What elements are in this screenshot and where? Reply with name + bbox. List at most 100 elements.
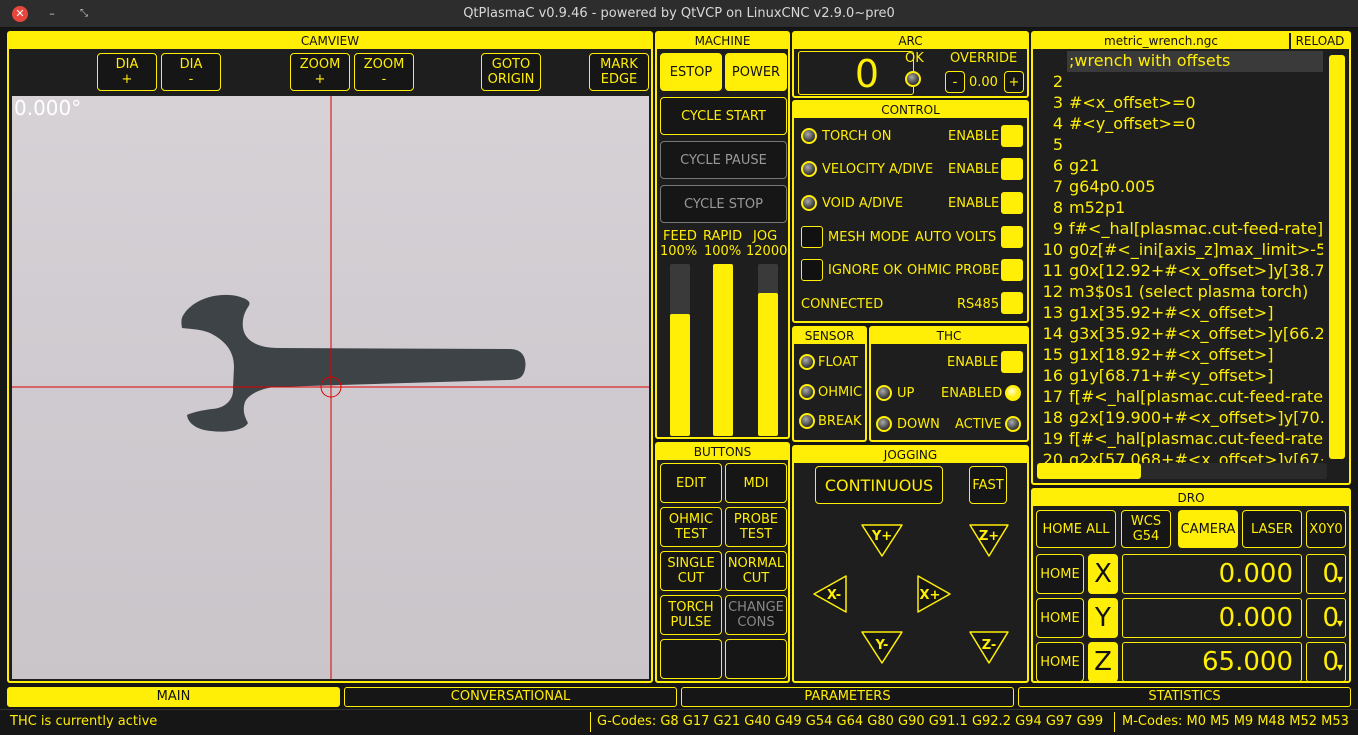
dro-x-offset[interactable]: 0 ▼ [1306, 554, 1346, 594]
change-cons-button[interactable]: CHANGE CONS [725, 595, 787, 635]
user-button-9[interactable] [660, 639, 722, 679]
home-y-button[interactable]: HOME [1036, 598, 1084, 638]
tab-conversational[interactable]: CONVERSATIONAL [344, 687, 677, 707]
goto-origin-button[interactable]: GOTO ORIGIN [481, 53, 541, 91]
estop-button[interactable]: ESTOP [660, 53, 722, 91]
jog-x-minus-button[interactable]: X- [813, 575, 847, 613]
ignore-ok-checkbox[interactable] [801, 259, 823, 281]
cycle-pause-button[interactable]: CYCLE PAUSE [660, 141, 787, 179]
code-line[interactable]: 7 g64p0.005 [1033, 177, 1323, 198]
camera-button[interactable]: CAMERA [1178, 510, 1238, 548]
code-line[interactable]: 5 [1033, 135, 1323, 156]
wcs-button[interactable]: WCS G54 [1121, 510, 1171, 548]
jog-z-plus-button[interactable]: Z+ [969, 524, 1009, 557]
arc-voltage-display: 0 [798, 51, 914, 96]
code-line[interactable]: 16 g1y[68.71+#<y_offset>] [1033, 366, 1323, 387]
reload-button[interactable]: RELOAD [1291, 33, 1349, 49]
gcode-hscrollbar[interactable] [1037, 463, 1327, 479]
override-plus-button[interactable]: + [1004, 71, 1024, 93]
single-cut-button[interactable]: SINGLE CUT [660, 551, 722, 591]
velocity-enable-checkbox[interactable] [1001, 158, 1023, 180]
dro-y-offset[interactable]: 0 ▼ [1306, 598, 1346, 638]
torch-enable-checkbox[interactable] [1001, 125, 1023, 147]
mdi-button[interactable]: MDI [725, 463, 787, 503]
code-line[interactable]: 1;wrench with offsets [1067, 51, 1323, 72]
code-line[interactable]: 12 m3$0s1 (select plasma torch) [1033, 282, 1323, 303]
code-line[interactable]: 11 g0x[12.92+#<x_offset>]y[38.70+#<y_offs… [1033, 261, 1323, 282]
user-button-10[interactable] [725, 639, 787, 679]
camview-panel: CAMVIEW DIA + DIA - ZOOM + ZOOM - GOTO ORIGIN… [7, 31, 653, 683]
code-line[interactable]: 6 g21 [1033, 156, 1323, 177]
jog-z-minus-button[interactable]: Z- [969, 631, 1009, 664]
jog-mode-button[interactable]: CONTINUOUS [815, 466, 943, 504]
code-line[interactable]: 8 m52p1 [1033, 198, 1323, 219]
jog-y-plus-button[interactable]: Y+ [861, 524, 903, 557]
mark-edge-button[interactable]: MARK EDGE [589, 53, 649, 91]
dro-header: DRO [1033, 490, 1349, 506]
rapid-slider[interactable] [713, 264, 733, 436]
ohmic-probe-checkbox[interactable] [1001, 259, 1023, 281]
svg-text:X-: X- [827, 588, 841, 603]
thc-enable-checkbox[interactable] [1001, 351, 1023, 373]
jog-slider[interactable] [758, 264, 778, 436]
dro-y-value[interactable]: 0.000 [1122, 598, 1302, 638]
x0y0-button[interactable]: X0Y0 [1306, 510, 1346, 548]
dia-minus-button[interactable]: DIA - [161, 53, 221, 91]
camera-view[interactable]: 0.000° [12, 96, 649, 679]
code-line[interactable]: 20 g2x[57.068+#<x_offset>]y[67+#<y_offset… [1033, 450, 1323, 464]
code-line[interactable]: 18 g2x[19.900+#<x_offset>]y[70.97+#<y_off… [1033, 408, 1323, 429]
line-number: 18 [1042, 408, 1063, 427]
edit-button[interactable]: EDIT [660, 463, 722, 503]
zoom-minus-button[interactable]: ZOOM - [354, 53, 414, 91]
mesh-mode-checkbox[interactable] [801, 226, 823, 248]
torch-pulse-button[interactable]: TORCH PULSE [660, 595, 722, 635]
dro-x-value[interactable]: 0.000 [1122, 554, 1302, 594]
code-line[interactable]: 14 g3x[35.92+#<x_offset>]y[66.21+#<y_offs… [1033, 324, 1323, 345]
gcode-vscrollbar[interactable] [1329, 55, 1345, 459]
status-message: THC is currently active [10, 714, 158, 729]
code-line[interactable]: 4 #<y_offset>=0 [1033, 114, 1323, 135]
jog-value: 12000 [746, 244, 788, 259]
jog-fast-button[interactable]: FAST [969, 466, 1007, 504]
cycle-stop-button[interactable]: CYCLE STOP [660, 185, 787, 223]
tab-statistics[interactable]: STATISTICS [1018, 687, 1351, 707]
gcode-editor[interactable]: 1;wrench with offsets2 3 #<x_offset>=0 4 #<y… [1033, 51, 1323, 464]
dia-plus-button[interactable]: DIA + [97, 53, 157, 91]
line-number: 4 [1052, 114, 1063, 133]
void-enable-checkbox[interactable] [1001, 192, 1023, 214]
jog-y-minus-button[interactable]: Y- [861, 631, 903, 664]
code-text: g1y[68.71+#<y_offset>] [1069, 366, 1274, 385]
code-line[interactable]: 17 f[#<_hal[plasmac.cut-feed-rate]>] [1033, 387, 1323, 408]
auto-volts-checkbox[interactable] [1001, 226, 1023, 248]
probe-test-button[interactable]: PROBE TEST [725, 507, 787, 547]
thc-enable-label: ENABLE [947, 355, 999, 370]
slider-fill [670, 313, 690, 436]
home-all-button[interactable]: HOME ALL [1036, 510, 1116, 548]
dro-z-value[interactable]: 65.000 [1122, 642, 1302, 682]
tab-parameters[interactable]: PARAMETERS [681, 687, 1014, 707]
code-line[interactable]: 2 [1033, 72, 1323, 93]
code-line[interactable]: 3 #<x_offset>=0 [1033, 93, 1323, 114]
power-button[interactable]: POWER [725, 53, 787, 91]
override-minus-button[interactable]: - [945, 71, 965, 93]
ohmic-test-button[interactable]: OHMIC TEST [660, 507, 722, 547]
laser-button[interactable]: LASER [1242, 510, 1302, 548]
code-line[interactable]: 13 g1x[35.92+#<x_offset>] [1033, 303, 1323, 324]
zoom-plus-button[interactable]: ZOOM + [290, 53, 350, 91]
code-line[interactable]: 15 g1x[18.92+#<x_offset>] [1033, 345, 1323, 366]
code-line[interactable]: 10 g0z[#<_ini[axis_z]max_limit>-5] [1033, 240, 1323, 261]
status-divider [590, 712, 591, 732]
code-line[interactable]: 9 f#<_hal[plasmac.cut-feed-rate]> [1033, 219, 1323, 240]
normal-cut-button[interactable]: NORMAL CUT [725, 551, 787, 591]
code-line[interactable]: 19 f[#<_hal[plasmac.cut-feed-rate]>] [1033, 429, 1323, 450]
feed-slider[interactable] [670, 264, 690, 436]
home-z-button[interactable]: HOME [1036, 642, 1084, 682]
rs485-checkbox[interactable] [1001, 292, 1023, 314]
tab-main[interactable]: MAIN [7, 687, 340, 707]
dropdown-arrow-icon: ▼ [1336, 575, 1343, 584]
gcode-panel: metric_wrench.ngc RELOAD 1;wrench with o… [1031, 31, 1351, 485]
home-x-button[interactable]: HOME [1036, 554, 1084, 594]
jog-x-plus-button[interactable]: X+ [917, 575, 951, 613]
dro-z-offset[interactable]: 0 ▼ [1306, 642, 1346, 682]
cycle-start-button[interactable]: CYCLE START [660, 97, 787, 135]
